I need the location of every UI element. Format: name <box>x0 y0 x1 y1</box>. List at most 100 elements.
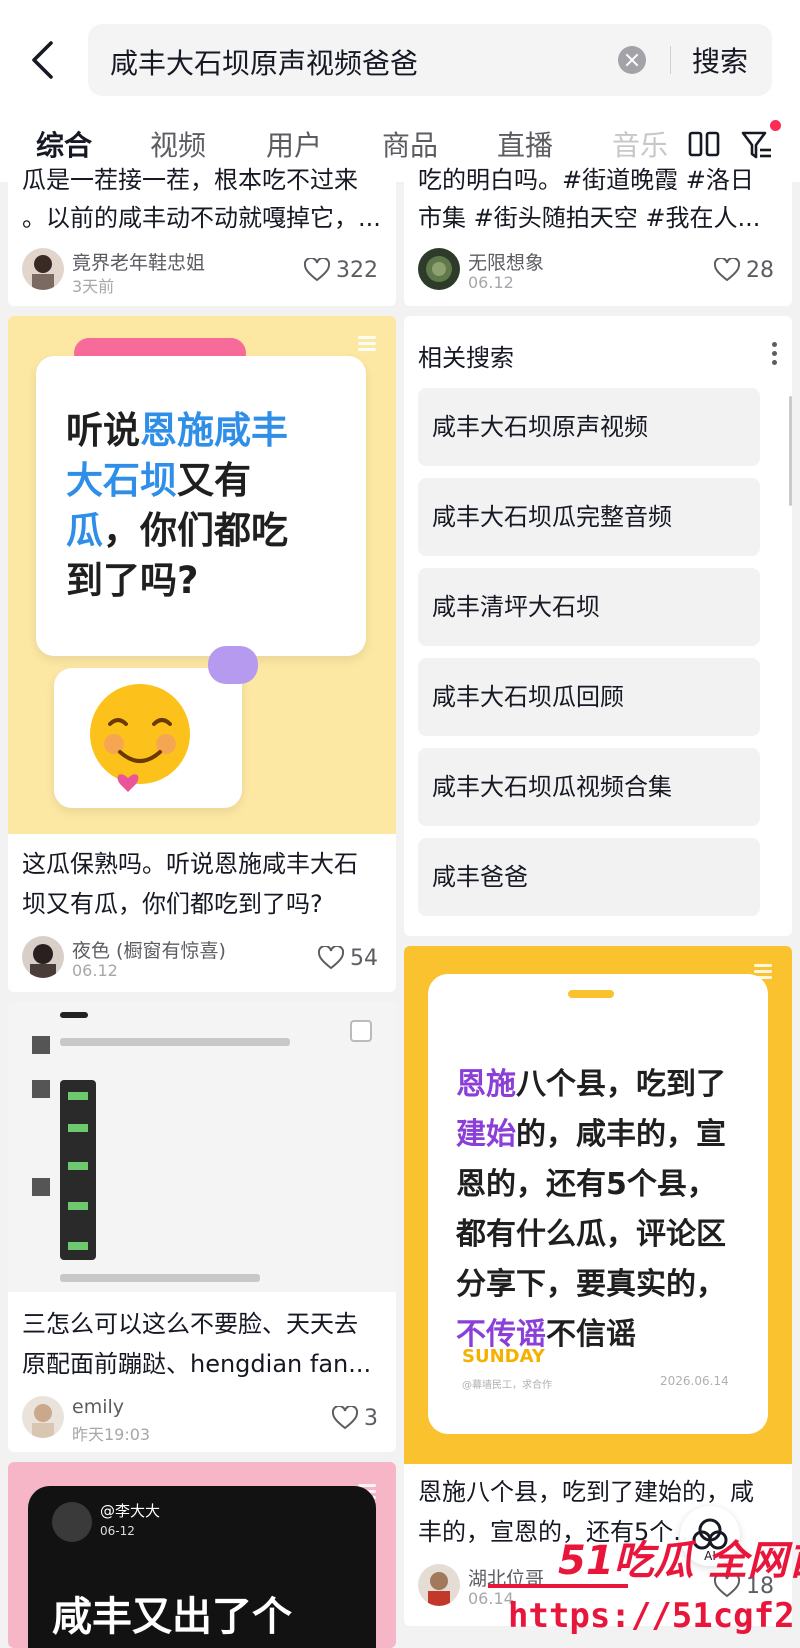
tab-all[interactable]: 综合 <box>36 124 92 164</box>
chat-avatar <box>32 1036 50 1054</box>
thumb-date: 2026.06.14 <box>660 1374 729 1388</box>
thumb-text: 不信谣 <box>546 1317 636 1352</box>
tab-video[interactable]: 视频 <box>150 124 206 164</box>
related-searches-title: 相关搜索 <box>418 344 514 372</box>
double-column-icon[interactable] <box>688 130 720 160</box>
chat-line <box>60 1038 290 1046</box>
thumb-text: 分享下，要真实的， <box>456 1267 726 1302</box>
heart-icon <box>332 1406 358 1430</box>
author-name[interactable]: 竟界老年鞋忠姐 <box>72 248 205 275</box>
chat-avatar <box>32 1080 50 1098</box>
chat-line <box>68 1092 88 1100</box>
thumb-text: 听说 <box>66 409 140 452</box>
author-name[interactable]: emily <box>72 1396 124 1418</box>
search-input[interactable]: 咸丰大石坝原声视频爸爸 搜索 <box>88 24 772 96</box>
thumb-text: 又有 <box>177 459 251 502</box>
chat-line <box>68 1242 88 1250</box>
watermark-url: https://51cgf2.com <box>508 1596 800 1636</box>
card-title-line: 坝又有瓜，你们都吃到了吗? <box>22 890 323 918</box>
video-card[interactable]: 吃的明白吗。#街道晚霞 #洛日 市集 #街头随拍天空 #我在人... 无限想象 … <box>404 162 792 306</box>
search-query-text[interactable]: 咸丰大石坝原声视频爸爸 <box>110 42 418 82</box>
thumb-text: 都有什么瓜，评论区 <box>456 1217 726 1252</box>
author-row: 竟界老年鞋忠姐 3天前 322 <box>22 248 378 300</box>
thumb-credit: @幕墙民工，求合作 <box>462 1380 552 1391</box>
select-checkbox[interactable] <box>350 1020 372 1042</box>
video-thumbnail[interactable] <box>8 1002 396 1292</box>
video-card[interactable]: 瓜是一茬接一茬，根本吃不过来 。以前的咸丰动不动就嘎掉它，... 竟界老年鞋忠姐… <box>8 162 396 306</box>
watermark-underline <box>488 1584 628 1588</box>
video-thumbnail[interactable]: @李大大 06-12 咸丰又出了个 <box>8 1462 396 1648</box>
like-button[interactable]: 3 <box>332 1404 378 1432</box>
thumb-text-highlight: 恩施咸丰 <box>140 409 288 452</box>
avatar <box>52 1502 92 1542</box>
search-button[interactable]: 搜索 <box>692 40 748 80</box>
post-date: 06.12 <box>72 961 118 980</box>
like-count: 54 <box>350 945 378 971</box>
author-row: 夜色 (橱窗有惊喜) 06.12 54 <box>22 936 378 988</box>
avatar[interactable] <box>22 1396 64 1438</box>
chevron-left-icon <box>32 41 53 79</box>
video-card[interactable]: 听说恩施咸丰 大石坝又有 瓜，你们都吃 到了吗? 这瓜保熟吗。听说恩施咸丰大石 … <box>8 316 396 992</box>
related-search-item[interactable]: 咸丰清坪大石坝 <box>418 568 760 646</box>
filter-icon[interactable] <box>740 128 774 162</box>
dark-panel: @李大大 06-12 咸丰又出了个 <box>28 1486 376 1648</box>
filter-badge-dot <box>770 120 781 131</box>
post-date: 06.12 <box>468 273 514 292</box>
like-button[interactable]: 322 <box>304 256 378 284</box>
speech-bubble: 听说恩施咸丰 大石坝又有 瓜，你们都吃 到了吗? <box>36 356 366 656</box>
chat-line <box>68 1202 88 1210</box>
video-card[interactable]: 三怎么可以这么不要脸、天天去 原配面前蹦跶、hengdian fan... em… <box>8 1002 396 1452</box>
more-options-icon[interactable] <box>772 342 778 366</box>
search-header: 咸丰大石坝原声视频爸爸 搜索 <box>0 0 800 120</box>
scrollbar[interactable] <box>789 396 792 506</box>
tab-users[interactable]: 用户 <box>266 124 322 164</box>
chat-line <box>68 1162 88 1170</box>
decorative-bar <box>60 1012 88 1018</box>
card-title-line: 原配面前蹦跶、hengdian fan... <box>22 1350 372 1378</box>
emoji-bubble <box>54 668 242 808</box>
thumb-text: 的，咸丰的，宣 <box>516 1117 726 1152</box>
back-button[interactable] <box>22 38 62 82</box>
related-search-item[interactable]: 咸丰大石坝瓜回顾 <box>418 658 760 736</box>
chat-line <box>68 1124 88 1132</box>
tab-music[interactable]: 音乐 <box>612 124 668 164</box>
clear-icon[interactable] <box>618 46 646 74</box>
related-search-item[interactable]: 咸丰大石坝原声视频 <box>418 388 760 466</box>
author-name[interactable]: 夜色 (橱窗有惊喜) <box>72 936 226 963</box>
heart-icon <box>304 258 330 282</box>
card-title-line: 市集 #街头随拍天空 #我在人... <box>418 204 761 232</box>
related-search-item[interactable]: 咸丰大石坝瓜完整音频 <box>418 478 760 556</box>
card-title-line: 吃的明白吗。#街道晚霞 #洛日 <box>418 166 754 194</box>
collection-icon <box>358 336 376 352</box>
thumb-handle: @李大大 <box>100 1502 161 1520</box>
thumb-headline-text: 咸丰又出了个 <box>52 1594 292 1640</box>
tab-products[interactable]: 商品 <box>382 124 438 164</box>
chat-line <box>60 1274 260 1282</box>
thumb-text-highlight: 恩施 <box>456 1067 516 1102</box>
video-thumbnail[interactable]: 听说恩施咸丰 大石坝又有 瓜，你们都吃 到了吗? <box>8 316 396 834</box>
thumb-text-highlight: 建始 <box>456 1117 516 1152</box>
quote-panel: 恩施八个县，吃到了 建始的，咸丰的，宣 恩的，还有5个县， 都有什么瓜，评论区 … <box>428 974 768 1434</box>
avatar[interactable] <box>418 248 460 290</box>
like-button[interactable]: 28 <box>714 256 774 284</box>
thumb-text: 到了吗? <box>66 559 199 602</box>
related-search-item[interactable]: 咸丰大石坝瓜视频合集 <box>418 748 760 826</box>
author-name[interactable]: 无限想象 <box>468 248 544 275</box>
video-thumbnail[interactable]: 恩施八个县，吃到了 建始的，咸丰的，宣 恩的，还有5个县， 都有什么瓜，评论区 … <box>404 946 792 1464</box>
thumb-day: SUNDAY <box>462 1346 545 1367</box>
card-title-line: 瓜是一茬接一茬，根本吃不过来 <box>22 166 358 194</box>
card-title-line: 三怎么可以这么不要脸、天天去 <box>22 1310 358 1338</box>
search-divider <box>670 46 671 74</box>
like-count: 28 <box>746 257 774 283</box>
thumb-date: 06-12 <box>100 1524 135 1538</box>
tab-live[interactable]: 直播 <box>497 124 553 164</box>
avatar[interactable] <box>22 248 64 290</box>
video-card[interactable]: @李大大 06-12 咸丰又出了个 <box>8 1462 396 1648</box>
related-searches-panel: 相关搜索 咸丰大石坝原声视频 咸丰大石坝瓜完整音频 咸丰清坪大石坝 咸丰大石坝瓜… <box>404 316 792 936</box>
chat-image <box>60 1080 96 1260</box>
like-button[interactable]: 54 <box>318 944 378 972</box>
related-search-item[interactable]: 咸丰爸爸 <box>418 838 760 916</box>
avatar[interactable] <box>22 936 64 978</box>
thumb-text: 恩的，还有5个县， <box>456 1167 717 1202</box>
avatar[interactable] <box>418 1564 460 1606</box>
